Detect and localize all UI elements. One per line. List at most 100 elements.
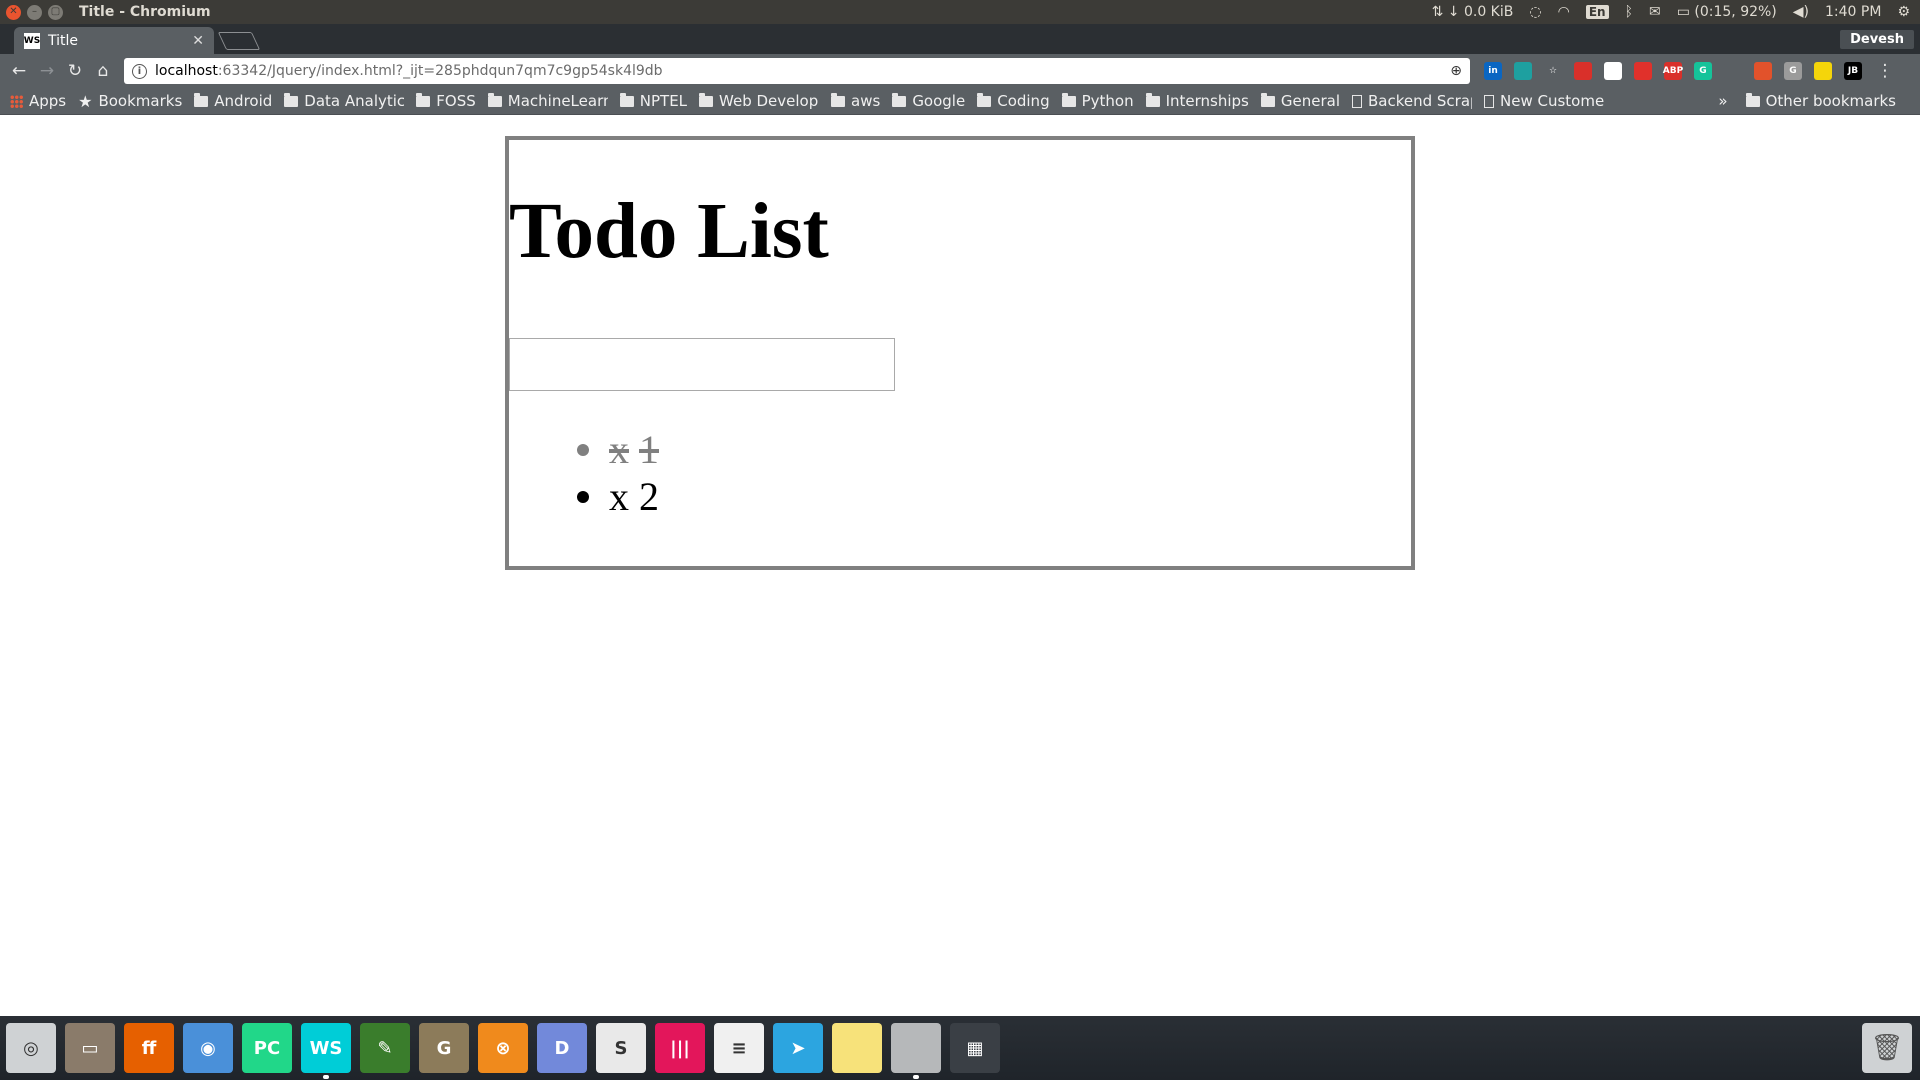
linkedin-icon[interactable]: in <box>1484 62 1502 80</box>
folder-icon <box>1260 92 1275 107</box>
folder-icon <box>487 92 502 107</box>
bookmark-label: FOSS <box>436 92 476 110</box>
slack-icon[interactable]: S <box>596 1023 646 1073</box>
folder-icon <box>284 92 299 107</box>
todo-item[interactable]: x1 <box>509 426 659 473</box>
bookmark-label: Backend Scrapin <box>1368 92 1472 110</box>
text-editor-icon[interactable]: ≡ <box>714 1023 764 1073</box>
bookmark-label: MachineLearnin <box>507 92 608 110</box>
site-info-icon[interactable]: i <box>132 63 147 79</box>
sticky-notes-icon[interactable] <box>832 1023 882 1073</box>
bookmark-star-icon[interactable]: ☆ <box>1544 62 1562 80</box>
browser-toolbar: ← → ↻ ⌂ i localhost :63342/Jquery/index.… <box>0 54 1920 88</box>
maximize-window-button[interactable]: ▢ <box>48 4 63 20</box>
forward-arrow-icon[interactable]: → <box>34 58 60 84</box>
bookmarks-overflow-chevron[interactable]: » <box>1718 92 1727 110</box>
pycharm-icon[interactable]: PC <box>242 1023 292 1073</box>
delete-item-button[interactable]: x <box>609 474 629 519</box>
address-bar[interactable]: i localhost :63342/Jquery/index.html?_ij… <box>124 58 1470 84</box>
bookmark-aws[interactable]: aws <box>831 92 880 110</box>
profile-button[interactable]: Devesh <box>1840 29 1914 49</box>
volume-icon[interactable]: ◀) <box>1793 4 1809 20</box>
bookmark-google[interactable]: Google <box>892 92 965 110</box>
bookmark-label: Coding <box>997 92 1050 110</box>
page-viewport: Todo List x1x2 <box>0 116 1920 1016</box>
bookmark-backend-scrapin[interactable]: Backend Scrapin <box>1352 92 1472 110</box>
home-icon[interactable]: ⌂ <box>90 58 116 84</box>
close-tab-icon[interactable]: ✕ <box>192 33 204 49</box>
folder-icon <box>1745 92 1760 107</box>
search-ext-icon[interactable] <box>1724 62 1742 80</box>
shield-ext-icon[interactable] <box>1754 62 1772 80</box>
bullet-icon <box>577 444 589 456</box>
other-bookmarks[interactable]: Other bookmarks <box>1745 92 1896 110</box>
bookmark-foss[interactable]: FOSS <box>416 92 476 110</box>
files-icon[interactable]: ▭ <box>65 1023 115 1073</box>
bookmark-python[interactable]: Python <box>1061 92 1134 110</box>
battery-indicator[interactable]: ▭ (0:15, 92%) <box>1677 4 1777 20</box>
bookmark-label: NPTEL <box>639 92 688 110</box>
gear-icon[interactable]: ⚙ <box>1897 4 1910 20</box>
telegram-icon[interactable]: ➤ <box>773 1023 823 1073</box>
trash-icon[interactable]: 🗑 <box>1862 1023 1912 1073</box>
window-title: Title - Chromium <box>79 4 211 20</box>
back-arrow-icon[interactable]: ← <box>6 58 32 84</box>
network-speed-indicator[interactable]: ⇅ ↓ 0.0 KiB <box>1432 4 1514 20</box>
grammarly-icon[interactable]: G <box>1694 62 1712 80</box>
blank-app-icon[interactable] <box>891 1023 941 1079</box>
todo-item-text: 1 <box>639 427 659 472</box>
clock[interactable]: 1:40 PM <box>1825 4 1881 20</box>
page-icon <box>1352 94 1362 108</box>
crossover-icon[interactable]: ⊗ <box>478 1023 528 1073</box>
bookmark-internships[interactable]: Internships <box>1145 92 1249 110</box>
bookmarks-right: » Other bookmarks <box>1718 92 1920 110</box>
g-ext-icon[interactable]: G <box>1784 62 1802 80</box>
adblock-icon[interactable]: ABP <box>1663 62 1683 80</box>
jetbrains-icon[interactable]: JB <box>1844 62 1862 80</box>
delete-item-button[interactable]: x <box>609 427 629 472</box>
bookmark-machinelearnin[interactable]: MachineLearnin <box>487 92 608 110</box>
lightbulb-icon[interactable]: ◌ <box>1529 4 1541 20</box>
mail-icon[interactable]: ✉ <box>1649 4 1661 20</box>
bookmark-new-customer-l[interactable]: New Customer l <box>1484 92 1604 110</box>
close-window-button[interactable]: ✕ <box>6 4 21 20</box>
minimize-window-button[interactable]: – <box>27 4 42 20</box>
bookmark-label: aws <box>851 92 881 110</box>
browser-tab[interactable]: WS Title ✕ <box>14 27 214 54</box>
folder-icon <box>194 92 209 107</box>
bookmark-android[interactable]: Android <box>194 92 272 110</box>
wifi-icon[interactable]: ◠ <box>1558 4 1570 20</box>
bookmark-data-analytics[interactable]: Data Analytics <box>284 92 404 110</box>
chromium-icon[interactable]: ◉ <box>183 1023 233 1073</box>
video-icon[interactable] <box>1634 62 1652 80</box>
bookmark-coding[interactable]: Coding <box>977 92 1050 110</box>
pdf-icon[interactable] <box>1574 62 1592 80</box>
bookmark-nptel[interactable]: NPTEL <box>619 92 688 110</box>
bookmark-web-developme[interactable]: Web Developme <box>699 92 819 110</box>
speed-icon[interactable] <box>1604 62 1622 80</box>
todo-item[interactable]: x2 <box>509 473 659 520</box>
bookmark-bookmarks[interactable]: ★ Bookmarks <box>78 92 182 111</box>
bookmark-label: General <box>1280 92 1340 110</box>
bookmark-apps[interactable]: Apps <box>10 92 66 110</box>
grammarly-style-icon[interactable] <box>1514 62 1532 80</box>
firefox-icon[interactable]: ff <box>124 1023 174 1073</box>
zoom-icon[interactable]: ⊕ <box>1450 63 1462 79</box>
indicator-area: ⇅ ↓ 0.0 KiB ◌ ◠ En ᛒ ✉ ▭ (0:15, 92%) ◀) … <box>1432 4 1920 20</box>
new-tab-button[interactable] <box>217 32 261 50</box>
pen-icon[interactable]: ✎ <box>360 1023 410 1073</box>
yellow-dot-icon[interactable] <box>1814 62 1832 80</box>
discord-icon[interactable]: D <box>537 1023 587 1073</box>
gimp-icon[interactable]: G <box>419 1023 469 1073</box>
gitkraken-icon[interactable]: ||| <box>655 1023 705 1073</box>
webstorm-icon[interactable]: WS <box>301 1023 351 1079</box>
bluetooth-icon[interactable]: ᛒ <box>1625 4 1633 20</box>
bookmark-label: Python <box>1081 92 1134 110</box>
workspace-switcher-icon[interactable]: ▦ <box>950 1023 1000 1073</box>
ubuntu-launcher-icon[interactable]: ◎ <box>6 1023 56 1073</box>
menu-dots-icon[interactable]: ⋮ <box>1872 58 1898 84</box>
todo-input[interactable] <box>509 338 895 391</box>
keyboard-layout-indicator[interactable]: En <box>1585 5 1609 19</box>
reload-icon[interactable]: ↻ <box>62 58 88 84</box>
bookmark-general[interactable]: General <box>1260 92 1340 110</box>
